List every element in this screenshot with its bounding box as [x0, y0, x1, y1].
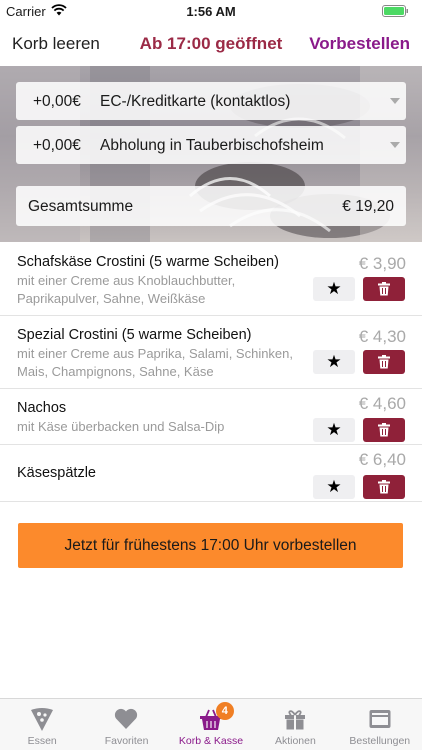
- favorite-button[interactable]: ★: [313, 350, 355, 374]
- payment-surcharge: +0,00€: [33, 93, 81, 110]
- trash-icon: [378, 480, 390, 494]
- chevron-down-icon: [390, 98, 400, 104]
- checkout-header: +0,00€ EC-/Kreditkarte (kontaktlos) +0,0…: [0, 66, 422, 242]
- battery-icon: [382, 5, 408, 17]
- favorite-button[interactable]: ★: [313, 475, 355, 499]
- tab-aktionen[interactable]: Aktionen: [253, 699, 337, 750]
- tab-label: Korb & Kasse: [178, 735, 244, 747]
- tab-bar: Essen Favoriten 4 Korb & Kasse Aktionen: [0, 698, 422, 750]
- item-description: mit Käse überbacken und Salsa-Dip: [17, 419, 225, 434]
- delete-button[interactable]: [363, 475, 405, 499]
- item-price: € 4,30: [358, 327, 406, 346]
- gift-icon: [285, 710, 306, 730]
- tab-korb-kasse[interactable]: 4 Korb & Kasse: [169, 699, 253, 750]
- item-price: € 4,60: [358, 394, 406, 413]
- delete-button[interactable]: [363, 350, 405, 374]
- tab-label: Aktionen: [274, 735, 316, 747]
- item-description: mit einer Creme aus Knoblauchbutter, Pap…: [17, 273, 236, 306]
- tab-label: Bestellungen: [349, 735, 411, 747]
- status-time: 1:56 AM: [186, 4, 236, 19]
- orders-icon: [369, 710, 391, 728]
- navigation-bar: Korb leeren Ab 17:00 geöffnet Vorbestell…: [0, 22, 422, 66]
- delivery-method-select[interactable]: +0,00€ Abholung in Tauberbischofsheim: [16, 126, 406, 164]
- tab-label: Favoriten: [104, 735, 149, 747]
- cart-item: Käsespätzle € 6,40 ★: [0, 445, 422, 502]
- cart-item: Spezial Crostini (5 warme Scheiben) mit …: [0, 316, 422, 389]
- total-value: € 19,20: [342, 198, 394, 215]
- heart-icon: [115, 708, 138, 729]
- pizza-icon: [31, 708, 53, 731]
- preorder-submit-button[interactable]: Jetzt für frühestens 17:00 Uhr vorbestel…: [18, 523, 403, 568]
- delete-button[interactable]: [363, 277, 405, 301]
- item-title: Nachos: [17, 400, 67, 416]
- clear-cart-button[interactable]: Korb leeren: [12, 34, 100, 54]
- cart-count-badge: 4: [215, 702, 234, 720]
- item-description: mit einer Creme aus Paprika, Salami, Sch…: [17, 346, 294, 379]
- payment-method-label: EC-/Kreditkarte (kontaktlos): [100, 93, 291, 110]
- favorite-button[interactable]: ★: [313, 418, 355, 442]
- payment-method-select[interactable]: +0,00€ EC-/Kreditkarte (kontaktlos): [16, 82, 406, 120]
- trash-icon: [378, 282, 390, 296]
- item-title: Spezial Crostini (5 warme Scheiben): [17, 327, 252, 343]
- tab-essen[interactable]: Essen: [0, 699, 84, 750]
- tab-label: Essen: [27, 735, 57, 747]
- cart-item-list: Schafskäse Crostini (5 warme Scheiben) m…: [0, 242, 422, 502]
- item-title: Käsespätzle: [17, 465, 96, 481]
- favorite-button[interactable]: ★: [313, 277, 355, 301]
- trash-icon: [378, 423, 390, 437]
- status-bar: Carrier 1:56 AM: [0, 0, 422, 22]
- delivery-method-label: Abholung in Tauberbischofsheim: [100, 137, 324, 154]
- item-title: Schafskäse Crostini (5 warme Scheiben): [17, 254, 279, 270]
- delivery-surcharge: +0,00€: [33, 137, 81, 154]
- tab-favoriten[interactable]: Favoriten: [84, 699, 168, 750]
- total-row: Gesamtsumme € 19,20: [16, 186, 406, 226]
- tab-bestellungen[interactable]: Bestellungen: [338, 699, 422, 750]
- preorder-button[interactable]: Vorbestellen: [309, 34, 410, 54]
- trash-icon: [378, 355, 390, 369]
- cart-item: Nachos mit Käse überbacken und Salsa-Dip…: [0, 389, 422, 445]
- total-label: Gesamtsumme: [28, 198, 134, 215]
- item-price: € 6,40: [358, 450, 406, 469]
- delete-button[interactable]: [363, 418, 405, 442]
- chevron-down-icon: [390, 142, 400, 148]
- cart-item: Schafskäse Crostini (5 warme Scheiben) m…: [0, 242, 422, 316]
- item-price: € 3,90: [358, 254, 406, 273]
